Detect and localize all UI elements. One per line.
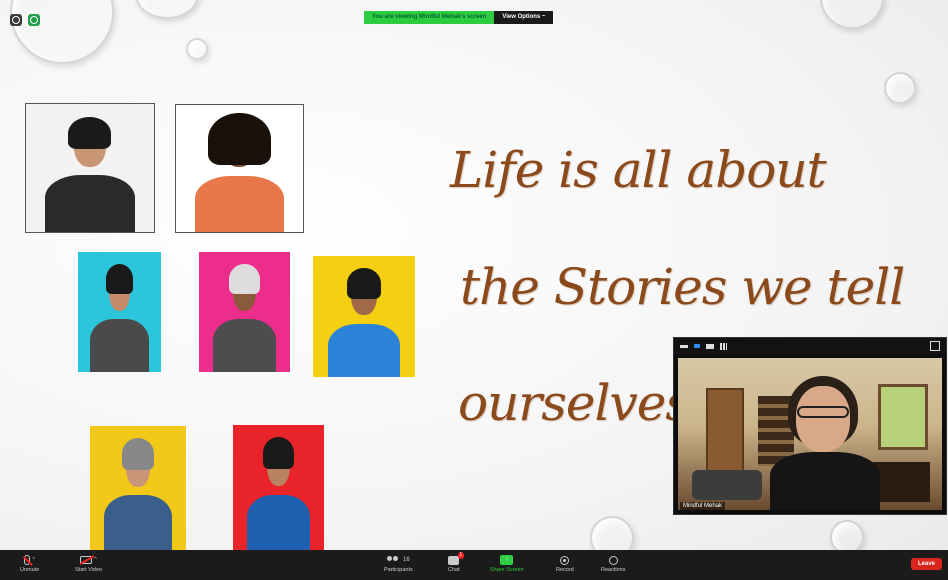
expand-icon[interactable] <box>930 341 940 351</box>
viewing-screen-label: You are viewing Mindful Mehak's screen <box>364 11 495 24</box>
mic-muted-icon <box>24 555 31 565</box>
leave-button[interactable]: Leave <box>910 558 942 570</box>
decor-bubble <box>884 72 916 104</box>
chat-button[interactable]: 1 Chat <box>448 551 465 573</box>
speaker-view-icon[interactable] <box>694 344 700 348</box>
unmute-button[interactable]: ^ Unmute <box>20 553 39 573</box>
chevron-up-icon[interactable]: ^ <box>32 557 35 563</box>
reactions-label: Reactions <box>601 567 626 573</box>
view-options-button[interactable]: View Options ~ <box>494 11 554 24</box>
screen-share-banner: You are viewing Mindful Mehak's screen V… <box>364 11 554 24</box>
chat-badge: 1 <box>457 551 465 559</box>
record-label: Record <box>556 567 574 573</box>
video-off-icon <box>80 556 93 564</box>
meeting-info-icons <box>10 14 40 26</box>
participant-person <box>770 376 880 510</box>
participants-button[interactable]: 16 Participants <box>384 553 413 573</box>
participants-count: 16 <box>403 557 410 563</box>
quote-line-1: Life is all about <box>450 141 827 199</box>
record-button[interactable]: Record <box>556 553 574 573</box>
decor-bubble <box>10 0 114 64</box>
celebrity-photo <box>175 104 304 233</box>
celebrity-photo <box>25 103 155 233</box>
decor-bubble <box>135 0 199 19</box>
gallery-view-icon[interactable] <box>720 342 727 350</box>
unmute-label: Unmute <box>20 567 40 573</box>
record-icon <box>560 555 570 565</box>
decor-bubble <box>186 38 208 60</box>
celebrity-photo <box>233 425 324 550</box>
participant-video-tile[interactable]: Mindful Mehak <box>673 337 947 515</box>
meeting-toolbar: ^ Unmute ^ Start Video 16 Participants 1… <box>0 550 948 580</box>
security-shield-icon[interactable] <box>28 14 40 26</box>
participants-label: Participants <box>384 567 413 573</box>
share-screen-label: Share Screen <box>490 567 524 573</box>
celebrity-photo <box>90 426 186 550</box>
participant-name-label: Mindful Mehak <box>680 502 726 510</box>
reactions-icon <box>608 555 618 565</box>
decor-bubble <box>820 0 884 29</box>
video-tile-controls <box>674 338 946 354</box>
participant-video-feed <box>678 358 942 510</box>
start-video-label: Start Video <box>75 567 103 573</box>
participants-icon <box>387 555 401 565</box>
celebrity-photo <box>313 256 415 377</box>
quote-line-2: the Stories we tell <box>460 258 905 316</box>
shared-screen: You are viewing Mindful Mehak's screen V… <box>0 0 948 560</box>
info-icon[interactable] <box>10 14 22 26</box>
share-screen-icon: ↑ <box>500 555 514 565</box>
chevron-up-icon[interactable]: ^ <box>94 557 97 563</box>
minimize-icon[interactable] <box>680 344 688 348</box>
strip-view-icon[interactable] <box>706 343 714 349</box>
reactions-button[interactable]: Reactions <box>601 553 625 573</box>
chat-icon: 1 <box>448 551 465 565</box>
share-screen-button[interactable]: ↑ Share Screen <box>490 553 524 573</box>
chat-label: Chat <box>448 567 460 573</box>
decor-bubble <box>830 520 864 554</box>
start-video-button[interactable]: ^ Start Video <box>75 553 102 573</box>
celebrity-photo <box>78 252 161 372</box>
celebrity-photo <box>199 252 290 372</box>
